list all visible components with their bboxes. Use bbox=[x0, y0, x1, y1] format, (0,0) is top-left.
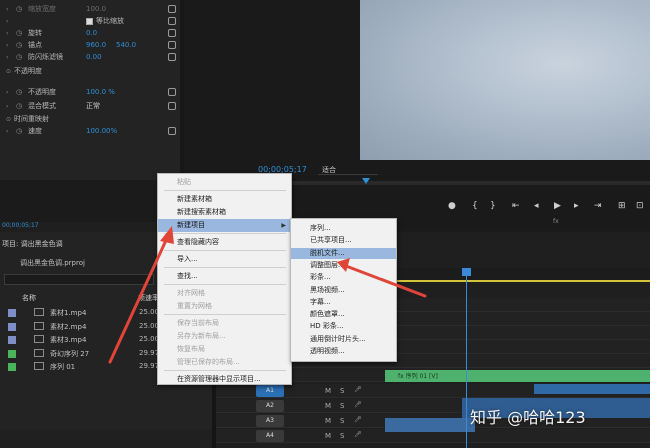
arrow-2-shaft bbox=[344, 264, 427, 298]
premiere-workspace: › ◷ 缩放宽度 100.0 › 等比缩放 › ◷ 旋转 0.0 › ◷ 锚点 960.0 540.0 › ◷ 防… bbox=[0, 0, 650, 448]
arrow-1-head bbox=[160, 226, 174, 244]
arrow-2-head bbox=[337, 258, 350, 272]
watermark: 知乎 @哈哈123 bbox=[470, 408, 586, 427]
arrow-1-shaft bbox=[108, 234, 170, 364]
annotation-arrows bbox=[108, 226, 427, 364]
